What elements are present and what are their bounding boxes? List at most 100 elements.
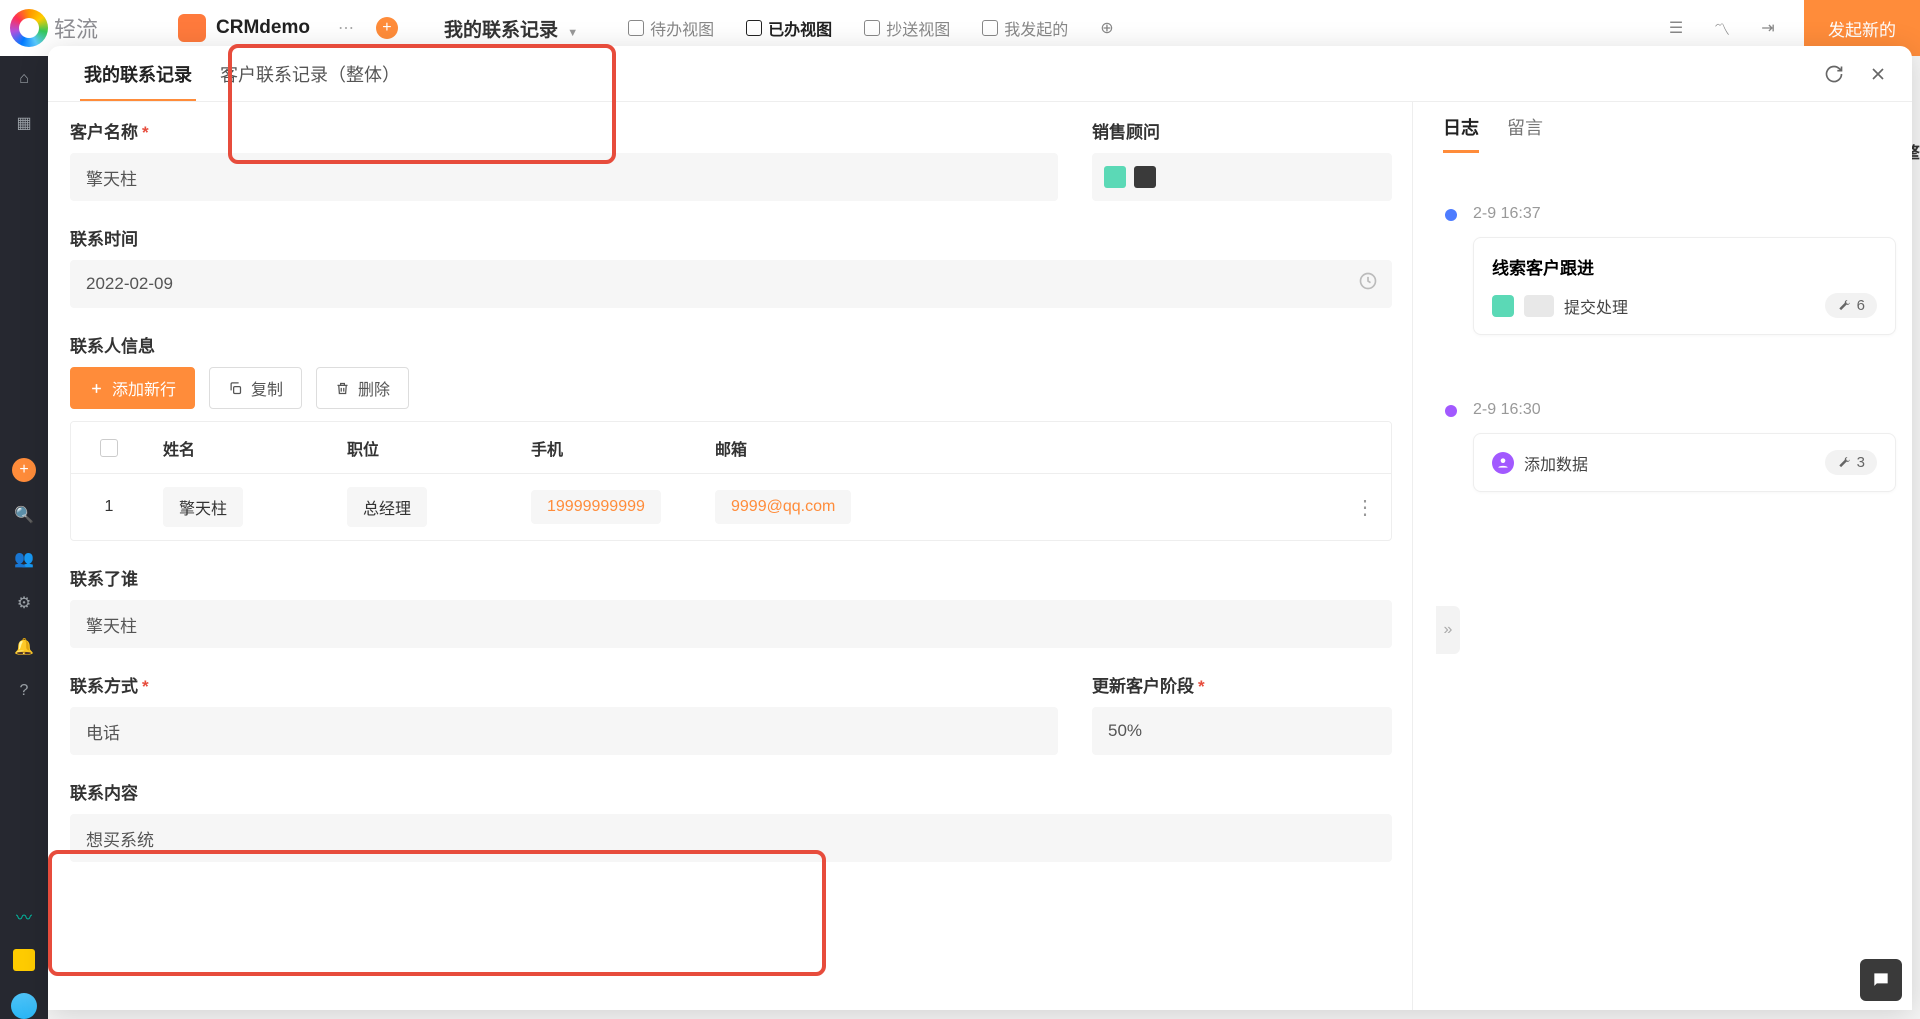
add-row-button[interactable]: 添加新行 xyxy=(70,367,195,409)
chat-fab[interactable] xyxy=(1860,959,1902,1001)
advisor-avatar-2 xyxy=(1134,166,1156,188)
col-position: 职位 xyxy=(331,436,515,460)
modal-tab-customer-records[interactable]: 客户联系记录（整体） xyxy=(206,46,414,102)
cell-name[interactable]: 擎天柱 xyxy=(163,487,243,527)
contact-content-label: 联系内容 xyxy=(70,779,1392,804)
wrench-icon xyxy=(1837,299,1851,313)
customer-name-input[interactable] xyxy=(70,153,1058,201)
app-icon[interactable] xyxy=(178,14,206,42)
sales-advisor-label: 销售顾问 xyxy=(1092,118,1392,143)
contactinfo-label: 联系人信息 xyxy=(70,332,1392,357)
workspace-dropdown[interactable]: 我的联系记录 ▼ xyxy=(444,15,578,42)
timeline-dot-icon xyxy=(1445,405,1457,417)
contact-content-input[interactable] xyxy=(70,814,1392,862)
sidebar-add-button[interactable]: + xyxy=(12,458,36,482)
search-icon[interactable]: 🔍 xyxy=(13,504,35,526)
sidepanel-tab-comments[interactable]: 留言 xyxy=(1507,114,1543,153)
view-cc[interactable]: 抄送视图 xyxy=(864,16,950,40)
copy-icon xyxy=(228,381,243,396)
brand-logo[interactable] xyxy=(10,9,48,47)
record-modal: 我的联系记录 客户联系记录（整体） 客户名称* 销售顾问 xyxy=(48,46,1912,1010)
contact-method-input[interactable] xyxy=(70,707,1058,755)
actor-skeleton xyxy=(1524,295,1554,317)
timeline-action: 提交处理 xyxy=(1564,294,1815,318)
timeline-item: 2-9 16:37 线索客户跟进 提交处理 6 xyxy=(1473,205,1896,335)
timeline-time: 2-9 16:37 xyxy=(1473,205,1896,223)
col-name: 姓名 xyxy=(147,436,331,460)
timeline-title: 线索客户跟进 xyxy=(1492,254,1877,279)
delete-row-button[interactable]: 删除 xyxy=(316,367,409,409)
export-icon[interactable]: ⇥ xyxy=(1758,18,1778,38)
cell-phone[interactable]: 19999999999 xyxy=(531,490,661,524)
actor-avatar xyxy=(1492,295,1514,317)
close-icon xyxy=(1868,64,1888,84)
timeline-action: 添加数据 xyxy=(1524,451,1815,475)
cell-email[interactable]: 9999@qq.com xyxy=(715,490,851,524)
clock-icon xyxy=(1358,271,1378,296)
list-icon[interactable]: ☰ xyxy=(1666,18,1686,38)
activity-timeline: 2-9 16:37 线索客户跟进 提交处理 6 xyxy=(1443,205,1896,558)
cell-position[interactable]: 总经理 xyxy=(347,487,427,527)
shortcut-icon[interactable] xyxy=(13,949,35,971)
timeline-item: 2-9 16:30 添加数据 3 xyxy=(1473,401,1896,492)
col-phone: 手机 xyxy=(515,436,699,460)
update-stage-input[interactable] xyxy=(1092,707,1392,755)
plus-circle-icon: ⊕ xyxy=(1100,18,1113,38)
chevron-down-icon: ▼ xyxy=(567,27,578,39)
view-todo[interactable]: 待办视图 xyxy=(628,16,714,40)
sales-advisor-display[interactable] xyxy=(1092,153,1392,201)
timeline-dot-icon xyxy=(1445,209,1457,221)
view-tabs: 待办视图 已办视图 抄送视图 我发起的 ⊕ xyxy=(628,16,1113,40)
form-area: 客户名称* 销售顾问 联系时间 xyxy=(48,102,1412,1010)
update-stage-label: 更新客户阶段* xyxy=(1092,672,1392,697)
timeline-card[interactable]: 线索客户跟进 提交处理 6 xyxy=(1473,237,1896,335)
contact-method-label: 联系方式* xyxy=(70,672,1058,697)
refresh-button[interactable] xyxy=(1822,62,1846,86)
customer-name-label: 客户名称* xyxy=(70,118,1058,143)
app-name: CRMdemo xyxy=(216,17,310,39)
row-index: 1 xyxy=(71,498,147,516)
add-app-button[interactable]: + xyxy=(376,17,398,39)
select-all-checkbox[interactable] xyxy=(100,439,118,457)
contacted-who-label: 联系了谁 xyxy=(70,565,1392,590)
side-panel: 日志 留言 2-9 16:37 线索客户跟进 提交处理 xyxy=(1412,102,1912,1010)
help-icon[interactable]: ? xyxy=(13,680,35,702)
trash-icon xyxy=(335,381,350,396)
changes-badge[interactable]: 6 xyxy=(1825,293,1877,318)
home-icon[interactable]: ⌂ xyxy=(13,68,35,90)
view-add[interactable]: ⊕ xyxy=(1100,16,1113,40)
flag-icon xyxy=(982,20,998,36)
refresh-icon xyxy=(1824,64,1844,84)
left-sidebar: ⌂ ▦ + 🔍 👥 ⚙ 🔔 ? 〰 xyxy=(0,56,48,1019)
modal-tab-my-records[interactable]: 我的联系记录 xyxy=(70,46,206,102)
contact-subtable: 姓名 职位 手机 邮箱 1 擎天柱 总经理 19999999999 9999@q… xyxy=(70,421,1392,541)
integration-icon[interactable]: 〰 xyxy=(13,905,35,927)
timeline-card[interactable]: 添加数据 3 xyxy=(1473,433,1896,492)
people-icon[interactable]: 👥 xyxy=(13,548,35,570)
contact-time-input[interactable] xyxy=(70,260,1392,308)
contact-time-label: 联系时间 xyxy=(70,225,1392,250)
view-done[interactable]: 已办视图 xyxy=(746,16,832,40)
apps-icon[interactable]: ▦ xyxy=(13,112,35,134)
gear-icon[interactable]: ⚙ xyxy=(13,592,35,614)
changes-badge[interactable]: 3 xyxy=(1825,450,1877,475)
row-more-icon[interactable]: ⋮ xyxy=(1355,495,1375,520)
timeline-time: 2-9 16:30 xyxy=(1473,401,1896,419)
bell-icon[interactable]: 🔔 xyxy=(13,636,35,658)
collapse-panel-handle[interactable]: » xyxy=(1436,606,1460,654)
modal-header: 我的联系记录 客户联系记录（整体） xyxy=(48,46,1912,102)
plus-icon xyxy=(89,381,104,396)
sidepanel-tab-log[interactable]: 日志 xyxy=(1443,114,1479,153)
advisor-avatar-1 xyxy=(1104,166,1126,188)
app-more-icon[interactable]: ⋯ xyxy=(338,18,356,38)
view-initiated[interactable]: 我发起的 xyxy=(982,16,1068,40)
workspace-name: 我的联系记录 xyxy=(444,20,558,41)
table-header: 姓名 职位 手机 邮箱 xyxy=(71,422,1391,474)
avatar[interactable] xyxy=(11,993,37,1019)
stats-icon[interactable]: 〽 xyxy=(1712,18,1732,38)
wrench-icon xyxy=(1837,456,1851,470)
actor-avatar xyxy=(1492,452,1514,474)
contacted-who-input[interactable] xyxy=(70,600,1392,648)
copy-row-button[interactable]: 复制 xyxy=(209,367,302,409)
close-button[interactable] xyxy=(1866,62,1890,86)
